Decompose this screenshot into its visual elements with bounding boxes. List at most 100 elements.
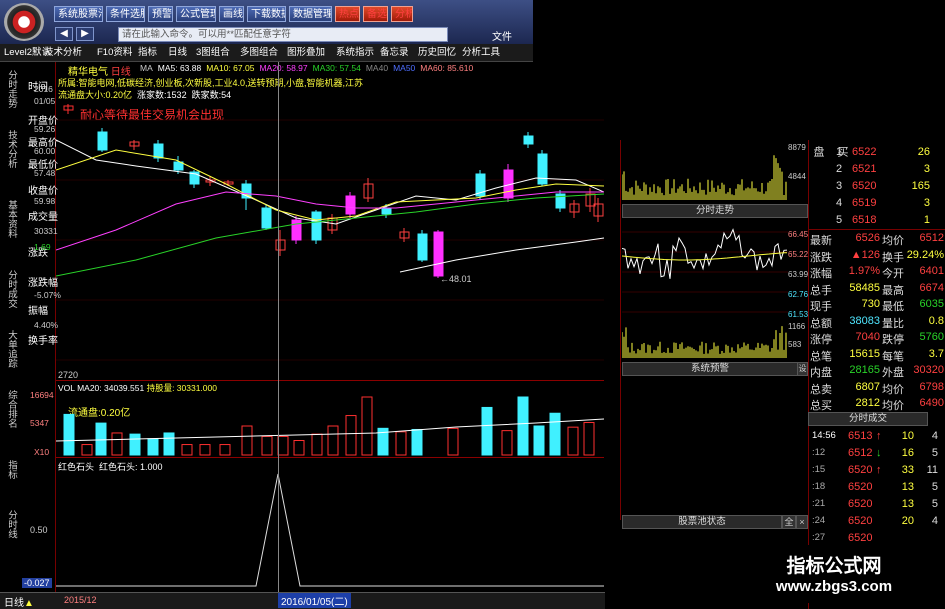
toolbar2-item-4[interactable]: 日线 [168, 46, 187, 60]
field-value-5: 59.98 [34, 196, 56, 206]
volume-bar [261, 435, 273, 456]
quote-key2: 最低 [882, 301, 904, 313]
orderbook-volume: 26 [917, 146, 930, 158]
full-button[interactable]: 全 [782, 515, 796, 529]
toolbar-button-7[interactable]: 热点 [335, 6, 360, 22]
toolbar2-item-2[interactable]: F10资料 [97, 46, 132, 60]
toolbar-button-5[interactable]: 下载数据 [247, 6, 286, 22]
ma-line-0 [56, 139, 604, 225]
ma-line-1 [56, 149, 604, 221]
candle-body [311, 211, 322, 241]
vertical-tab-3[interactable]: 分时成交 [4, 270, 18, 308]
quote-key2: 均价 [882, 383, 904, 396]
vertical-tab-6[interactable]: 指标 [4, 460, 18, 479]
toolbar2-item-3[interactable]: 指标 [138, 46, 157, 60]
volume-bar [199, 444, 211, 456]
trades-tab[interactable]: 分时成交 [808, 412, 928, 426]
back-button[interactable]: ◀ [55, 27, 73, 41]
quote-key2: 跌停 [882, 334, 904, 346]
toolbar-button-6[interactable]: 数据管理 [289, 6, 332, 22]
quote-key: 总买 [810, 400, 832, 412]
trade-time: :18 [812, 481, 826, 492]
trade-direction: ↑ [876, 430, 882, 442]
trade-price: 6520 [848, 481, 873, 493]
toolbar-button-8[interactable]: 备选 [363, 6, 388, 22]
toolbar2-item-10[interactable]: 历史回忆 [418, 46, 456, 60]
orderbook-level: 3 [836, 180, 843, 192]
stock-pool-status-tab[interactable]: 股票池状态 [622, 515, 782, 529]
candle-body [417, 233, 428, 261]
vertical-tab-7[interactable]: 分时线 [4, 510, 18, 539]
volume-bar [567, 426, 579, 456]
field-value-4: 57.48 [34, 168, 56, 178]
toolbar-button-3[interactable]: 公式管理 [176, 6, 216, 22]
command-search-input[interactable]: 请在此输入命令。可以用**匹配任意字符 [118, 27, 448, 42]
orderbook-volume: 1 [923, 214, 930, 226]
orderbook-volume: 165 [911, 180, 930, 192]
system-alert-settings[interactable]: 设 [797, 362, 808, 376]
ma-line-3 [56, 193, 604, 277]
quote-value2: 29.24% [906, 248, 944, 261]
volume-bar [517, 396, 529, 456]
quote-key2: 今开 [882, 268, 904, 280]
quote-value2: 6401 [919, 265, 944, 277]
toolbar2-item-5[interactable]: 3图组合 [196, 46, 230, 60]
quote-value: 6526 [855, 232, 880, 244]
toolbar2-item-11[interactable]: 分析工具 [462, 46, 500, 60]
quote-value2: 3.7 [928, 347, 944, 360]
system-alert-tab[interactable]: 系统预警 [622, 362, 798, 376]
trade-count: 5 [931, 447, 938, 459]
toolbar2-item-1[interactable]: 技术分析 [44, 46, 82, 60]
trade-time: :24 [812, 515, 826, 526]
field-label-5: 成交量 [28, 212, 58, 223]
quote-key2: 最高 [882, 284, 904, 297]
orderbook-level: 5 [836, 214, 843, 226]
toolbar2-item-6[interactable]: 多图组合 [240, 46, 278, 60]
volume-bar [533, 425, 545, 456]
volume-bar [111, 432, 123, 456]
quote-value: 2812 [855, 397, 880, 409]
volume-bar [361, 396, 373, 456]
field-value-1: 01/05 [34, 96, 56, 106]
intraday-volume-mini-2 [622, 326, 787, 358]
trade-count: 11 [926, 464, 938, 476]
volume-bar [129, 433, 141, 456]
volume-bar [95, 422, 107, 456]
toolbar2-item-9[interactable]: 备忘录 [380, 46, 409, 60]
field-value-7: 1.69 [34, 242, 51, 252]
orderbook-price: 6519 [852, 197, 877, 209]
toolbar-button-0[interactable]: 系统股票池 [54, 6, 103, 22]
file-menu[interactable]: 文件 [492, 28, 512, 43]
mini-axis1-mid: 4844 [788, 172, 806, 181]
trade-price: 6512 [848, 447, 873, 459]
period-tab[interactable]: 日线▲ [4, 594, 34, 609]
vertical-tab-4[interactable]: 大单追踪 [4, 330, 18, 368]
volume-chart [56, 396, 604, 456]
volume-bar [549, 412, 561, 456]
volume-bar [163, 432, 175, 456]
forward-button[interactable]: ▶ [76, 27, 94, 41]
signal-axis-mid: 0.50 [30, 525, 48, 535]
field-value-0: 2016 [34, 84, 53, 94]
toolbar-button-4[interactable]: 画线 [219, 6, 244, 22]
trade-count: 4 [931, 515, 938, 527]
vertical-tab-1[interactable]: 技术分析 [4, 130, 18, 168]
vertical-tab-0[interactable]: 分时走势 [4, 70, 18, 108]
toolbar2-item-7[interactable]: 图形叠加 [287, 46, 325, 60]
toolbar-button-2[interactable]: 预警 [148, 6, 173, 22]
app-logo-icon[interactable] [4, 3, 44, 41]
ma-legend: MA MA5: 63.88 MA10: 67.05 MA20: 58.97 MA30: … [140, 63, 478, 73]
toolbar2-item-8[interactable]: 系统指示 [336, 46, 374, 60]
ma-legend-item-1: MA5: 63.88 [157, 63, 202, 73]
toolbar-button-9[interactable]: 分析 [391, 6, 413, 22]
vertical-tab-2[interactable]: 基本资料 [4, 200, 18, 238]
quote-key: 内盘 [810, 367, 832, 379]
intraday-tab[interactable]: 分时走势 [622, 204, 808, 218]
close-icon[interactable]: × [796, 515, 808, 529]
quote-key: 总额 [810, 317, 832, 330]
volume-bar [311, 433, 323, 456]
vertical-tab-5[interactable]: 综合排名 [4, 390, 18, 428]
toolbar-button-1[interactable]: 条件选股 [106, 6, 145, 22]
signal-axis-low: -0.027 [22, 578, 52, 588]
volume-bar [395, 431, 407, 456]
